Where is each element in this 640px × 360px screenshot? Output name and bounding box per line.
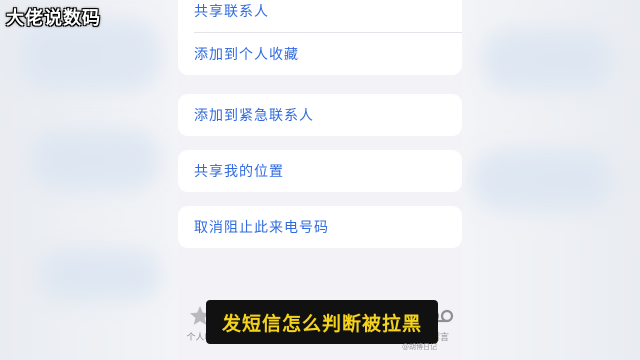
- blur-shape: [472, 150, 612, 210]
- unblock-caller-button[interactable]: 取消阻止此来电号码: [178, 206, 462, 248]
- emergency-card: 添加到紧急联系人: [178, 94, 462, 136]
- share-contact-button[interactable]: 共享联系人: [178, 0, 462, 32]
- blur-shape: [482, 30, 612, 90]
- add-to-favorites-button[interactable]: 添加到个人收藏: [178, 33, 462, 75]
- blur-shape: [20, 20, 160, 90]
- channel-watermark: 大佬说数码: [6, 8, 101, 29]
- blurred-background-left: [0, 0, 178, 360]
- source-watermark: @胡博日记: [402, 343, 437, 351]
- add-emergency-contact-button[interactable]: 添加到紧急联系人: [178, 94, 462, 136]
- block-card: 取消阻止此来电号码: [178, 206, 462, 248]
- blurred-background-right: [462, 0, 640, 360]
- blur-shape: [30, 130, 160, 190]
- blur-shape: [40, 250, 160, 300]
- video-caption: 发短信怎么判断被拉黑: [206, 300, 438, 344]
- location-card: 共享我的位置: [178, 150, 462, 192]
- share-location-button[interactable]: 共享我的位置: [178, 150, 462, 192]
- contact-actions-card: 共享联系人 添加到个人收藏: [178, 0, 462, 75]
